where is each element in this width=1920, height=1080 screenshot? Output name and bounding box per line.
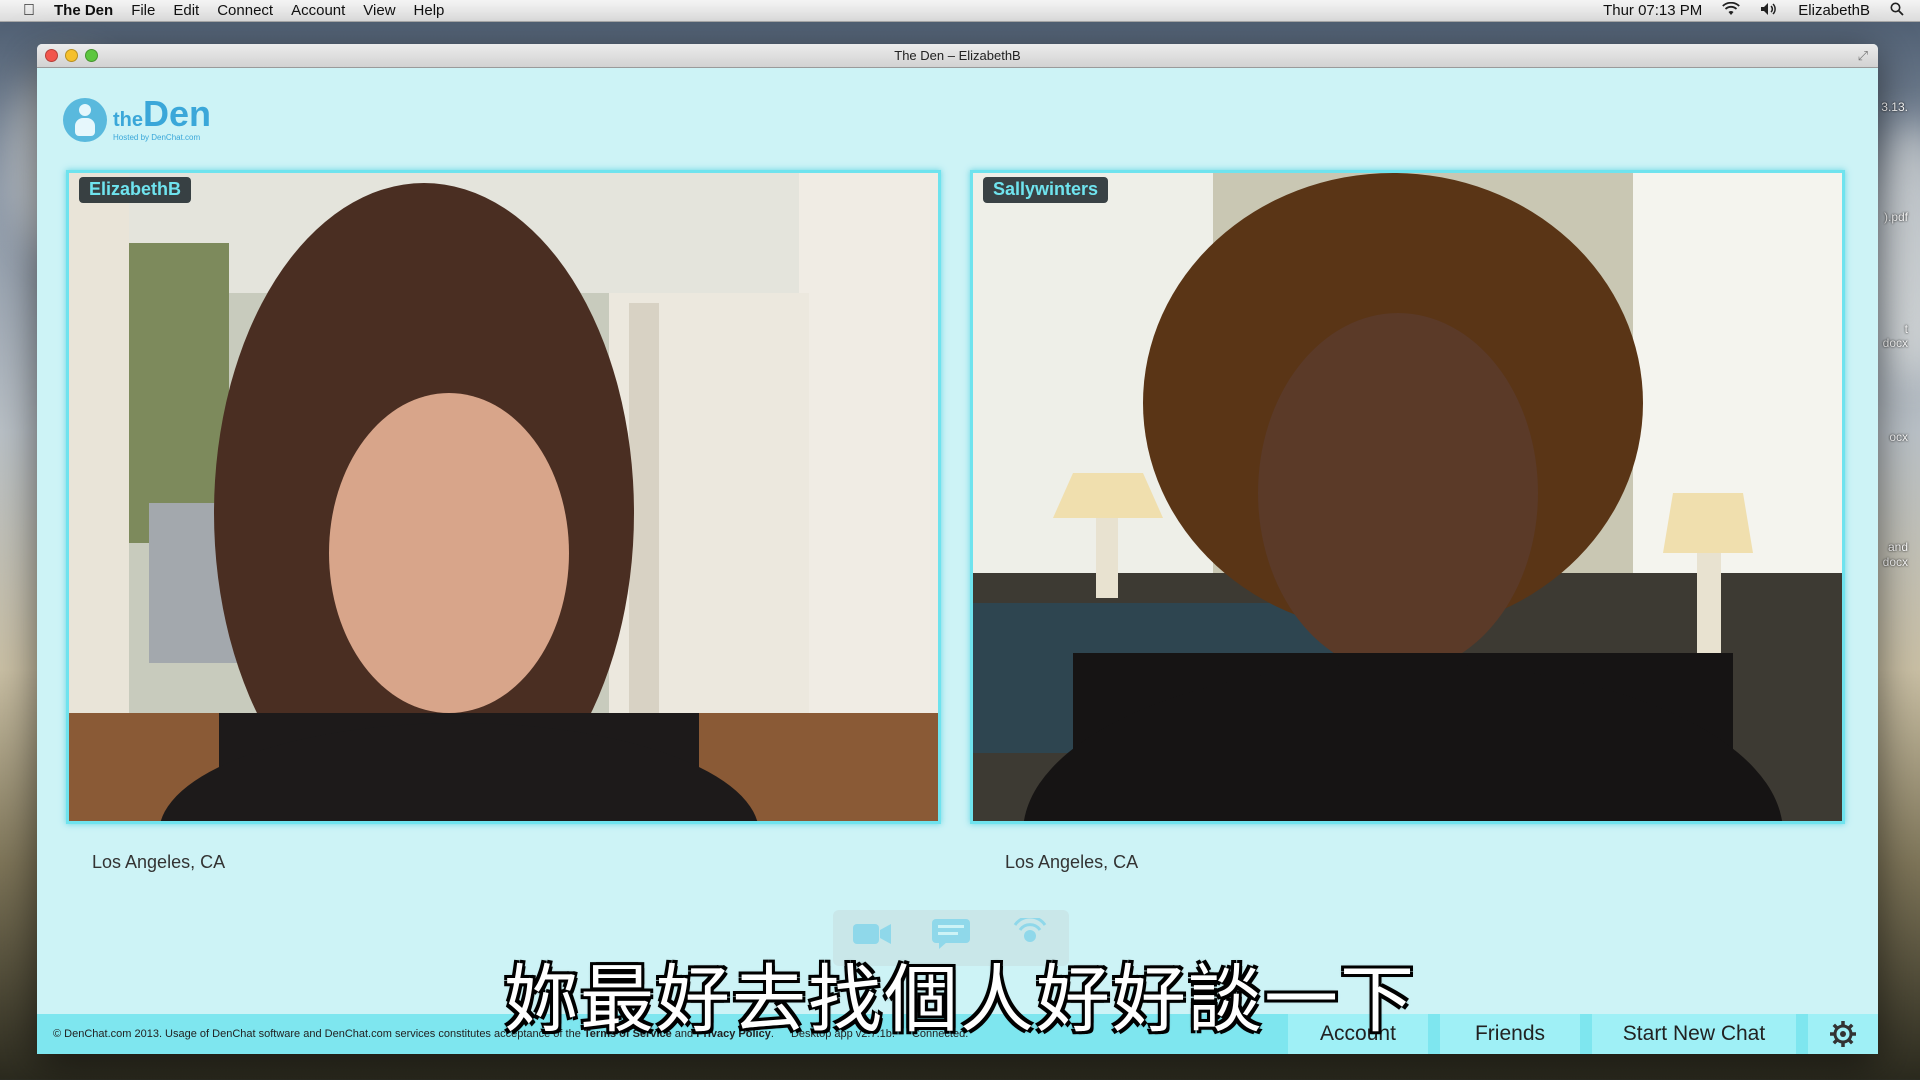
desktop-file-label[interactable]: ocx [1889,430,1908,444]
window-title: The Den – ElizabethB [894,48,1021,63]
desktop-file-label[interactable]: t [1905,322,1908,336]
video-panel-local[interactable]: ElizabethB [66,170,941,824]
video-panel-remote[interactable]: Sallywinters [970,170,1845,824]
menu-user[interactable]: ElizabethB [1798,2,1870,19]
menu-help[interactable]: Help [414,2,445,19]
logo-tagline: Hosted by DenChat.com [113,133,201,142]
window-controls [45,49,105,62]
desktop-file-label[interactable]: 3.13. [1881,100,1908,114]
app-window: The Den – ElizabethB ⤢ theDen Hosted by … [37,44,1878,1054]
menu-clock[interactable]: Thur 07:13 PM [1603,2,1702,19]
spotlight-search-icon[interactable] [1890,2,1904,20]
app-logo: theDen Hosted by DenChat.com [63,96,211,142]
minimize-window-button[interactable] [65,49,78,62]
menu-account[interactable]: Account [291,2,345,19]
participant-name-tag: ElizabethB [79,177,192,203]
zoom-window-button[interactable] [85,49,98,62]
desktop-file-label[interactable]: ).pdf [1884,210,1908,224]
menu-bar:  The Den File Edit Connect Account View… [0,0,1920,22]
participant-name-tag: Sallywinters [983,177,1109,203]
desktop-file-label[interactable]: docx [1883,555,1908,569]
video-subtitle: 妳最好去找個人好好談一下 [504,957,1416,1043]
logo-den: Den [143,93,212,134]
menu-view[interactable]: View [363,2,395,19]
apple-menu-icon[interactable]:  [18,2,40,20]
participant-location: Los Angeles, CA [1005,852,1139,872]
desktop-file-label[interactable]: and [1888,540,1908,554]
wifi-icon[interactable] [1722,1,1741,20]
logo-the: the [113,109,143,131]
video-feed-local [69,173,938,821]
menu-connect[interactable]: Connect [217,2,273,19]
window-titlebar[interactable]: The Den – ElizabethB ⤢ [37,44,1878,68]
close-window-button[interactable] [45,49,58,62]
fullscreen-icon[interactable]: ⤢ [1858,48,1868,64]
menu-edit[interactable]: Edit [173,2,199,19]
volume-icon[interactable] [1760,2,1778,20]
participant-location: Los Angeles, CA [92,852,226,872]
desktop-file-label[interactable]: docx [1883,336,1908,350]
den-logo-icon [63,98,107,142]
menu-bar-status: Thur 07:13 PM ElizabethB [1603,1,1920,20]
menu-app-name[interactable]: The Den [54,2,113,19]
video-feed-remote [973,173,1842,821]
menu-file[interactable]: File [131,2,155,19]
